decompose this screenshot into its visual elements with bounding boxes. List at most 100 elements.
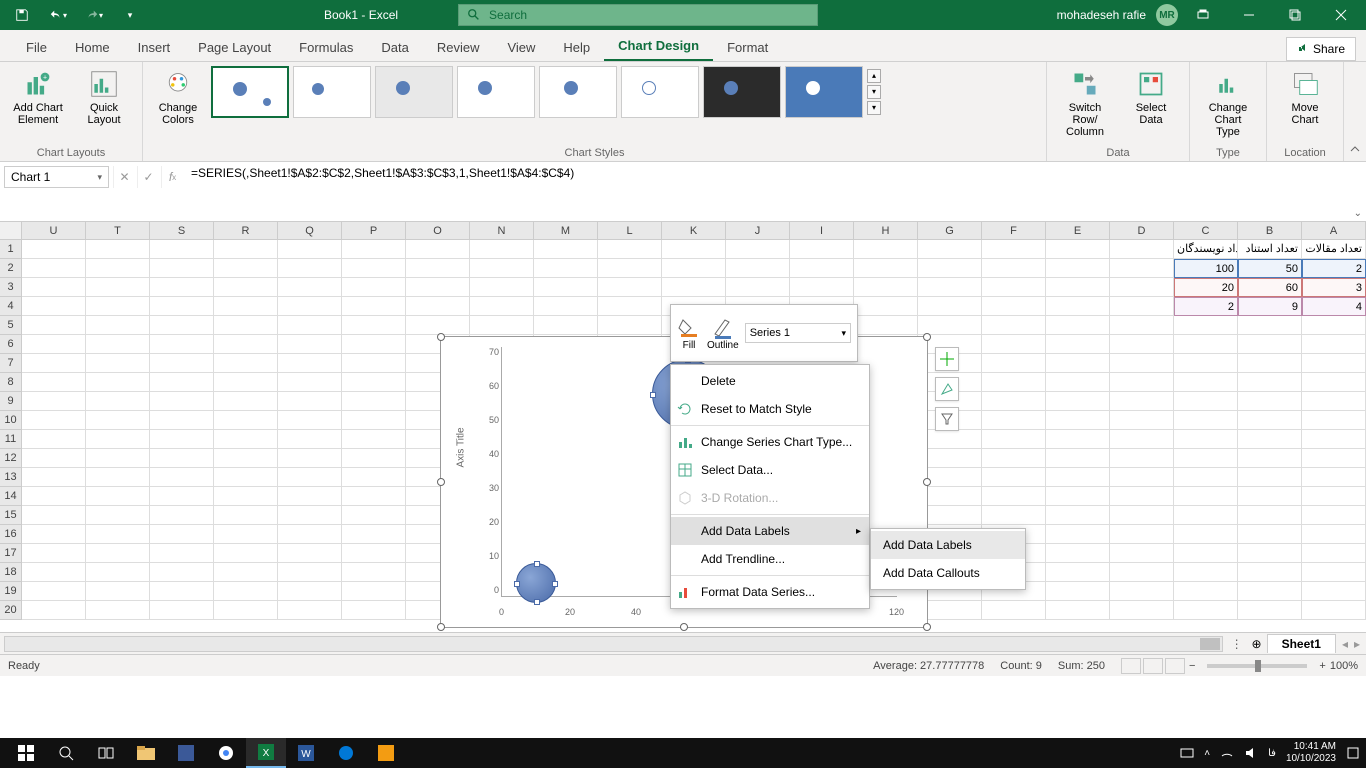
tab-view[interactable]: View (493, 34, 549, 61)
tab-format[interactable]: Format (713, 34, 782, 61)
cell-b4[interactable]: 9 (1238, 297, 1302, 316)
customize-qat[interactable]: ▾ (116, 3, 144, 27)
view-page-break-button[interactable] (1165, 658, 1185, 674)
tray-language[interactable]: فا (1268, 748, 1276, 759)
styles-more[interactable]: ▾ (867, 101, 881, 115)
col-header[interactable]: H (854, 222, 918, 239)
resize-handle[interactable] (923, 623, 931, 631)
view-page-layout-button[interactable] (1143, 658, 1163, 674)
horizontal-scrollbar[interactable] (4, 636, 1223, 652)
row-header[interactable]: 11 (0, 430, 22, 449)
cancel-formula-button[interactable]: ✕ (113, 166, 135, 188)
col-header[interactable]: N (470, 222, 534, 239)
cell-a4[interactable]: 4 (1302, 297, 1366, 316)
tab-insert[interactable]: Insert (124, 34, 185, 61)
col-header[interactable]: S (150, 222, 214, 239)
sub-add-data-labels[interactable]: Add Data Labels (871, 531, 1025, 559)
sheet-nav-next[interactable]: ▸ (1354, 637, 1360, 651)
cell-b3[interactable]: 60 (1238, 278, 1302, 297)
chart-style-6[interactable] (621, 66, 699, 118)
tab-page-layout[interactable]: Page Layout (184, 34, 285, 61)
change-colors-button[interactable]: Change Colors (151, 66, 205, 128)
tab-formulas[interactable]: Formulas (285, 34, 367, 61)
formula-bar[interactable]: =SERIES(,Sheet1!$A$2:$C$2,Sheet1!$A$3:$C… (183, 162, 1366, 221)
chart-elements-button[interactable] (935, 347, 959, 371)
chart-style-2[interactable] (293, 66, 371, 118)
tray-chevron-icon[interactable]: ˄ (1204, 748, 1210, 759)
select-all-corner[interactable] (0, 222, 22, 239)
row-header[interactable]: 5 (0, 316, 22, 335)
word-app[interactable]: W (286, 738, 326, 768)
row-header[interactable]: 14 (0, 487, 22, 506)
resize-handle[interactable] (437, 478, 445, 486)
row-header[interactable]: 3 (0, 278, 22, 297)
outline-dropdown[interactable]: Outline (707, 316, 739, 351)
user-name[interactable]: mohadeseh rafie (1057, 8, 1146, 22)
select-data-button[interactable]: Select Data (1121, 66, 1181, 128)
view-normal-button[interactable] (1121, 658, 1141, 674)
col-header[interactable]: K (662, 222, 726, 239)
cell-c4[interactable]: 2 (1174, 297, 1238, 316)
row-header[interactable]: 6 (0, 335, 22, 354)
zoom-slider[interactable] (1207, 664, 1307, 668)
search-box[interactable]: Search (458, 4, 818, 26)
row-header[interactable]: 18 (0, 563, 22, 582)
col-header[interactable]: D (1110, 222, 1174, 239)
ctx-format-series[interactable]: Format Data Series... (671, 578, 869, 606)
col-header[interactable]: E (1046, 222, 1110, 239)
resize-handle[interactable] (923, 333, 931, 341)
col-header[interactable]: G (918, 222, 982, 239)
col-header[interactable]: F (982, 222, 1046, 239)
row-header[interactable]: 15 (0, 506, 22, 525)
save-button[interactable] (8, 3, 36, 27)
col-header[interactable]: B (1238, 222, 1302, 239)
tab-data[interactable]: Data (367, 34, 422, 61)
share-button[interactable]: Share (1286, 37, 1356, 61)
move-chart-button[interactable]: Move Chart (1275, 66, 1335, 128)
col-header[interactable]: P (342, 222, 406, 239)
col-header[interactable]: J (726, 222, 790, 239)
insert-function-button[interactable]: fx (161, 166, 183, 188)
row-header[interactable]: 16 (0, 525, 22, 544)
fill-dropdown[interactable]: Fill (677, 316, 701, 351)
zoom-out-button[interactable]: − (1189, 660, 1195, 672)
tray-keyboard-icon[interactable] (1180, 746, 1194, 760)
col-header[interactable]: R (214, 222, 278, 239)
series-dropdown[interactable]: Series 1 ▾ (745, 323, 851, 343)
ctx-add-data-labels[interactable]: Add Data Labels ▸ (671, 517, 869, 545)
app-icon-2[interactable] (366, 738, 406, 768)
cell-b1[interactable]: تعداد استناد (1238, 240, 1302, 259)
resize-handle[interactable] (923, 478, 931, 486)
ribbon-display-button[interactable] (1182, 0, 1224, 30)
row-header[interactable]: 9 (0, 392, 22, 411)
cell-c3[interactable]: 20 (1174, 278, 1238, 297)
tray-wifi-icon[interactable] (1220, 746, 1234, 760)
col-header[interactable]: O (406, 222, 470, 239)
sheet-tab-sheet1[interactable]: Sheet1 (1267, 634, 1336, 653)
add-chart-element-button[interactable]: + Add Chart Element (8, 66, 68, 128)
excel-app[interactable]: X (246, 738, 286, 768)
name-box[interactable]: Chart 1 ▾ (4, 166, 109, 188)
bubble-2[interactable] (516, 563, 556, 603)
enter-formula-button[interactable]: ✓ (137, 166, 159, 188)
chart-style-5[interactable] (539, 66, 617, 118)
row-header[interactable]: 10 (0, 411, 22, 430)
expand-formula-bar[interactable]: ⌄ (1354, 208, 1362, 219)
row-header[interactable]: 8 (0, 373, 22, 392)
tab-review[interactable]: Review (423, 34, 494, 61)
row-header[interactable]: 12 (0, 449, 22, 468)
chart-styles-button[interactable] (935, 377, 959, 401)
col-header[interactable]: M (534, 222, 598, 239)
add-sheet-button[interactable]: ⊕ (1247, 637, 1267, 651)
file-explorer-app[interactable] (126, 738, 166, 768)
tray-volume-icon[interactable] (1244, 746, 1258, 760)
change-chart-type-button[interactable]: Change Chart Type (1198, 66, 1258, 140)
col-header[interactable]: I (790, 222, 854, 239)
avatar[interactable]: MR (1156, 4, 1178, 26)
col-header[interactable]: L (598, 222, 662, 239)
cell-a1[interactable]: تعداد مقالات (1302, 240, 1366, 259)
row-header[interactable]: 4 (0, 297, 22, 316)
cell-a2[interactable]: 2 (1302, 259, 1366, 278)
sub-add-data-callouts[interactable]: Add Data Callouts (871, 559, 1025, 587)
redo-button[interactable]: ▾ (80, 3, 108, 27)
